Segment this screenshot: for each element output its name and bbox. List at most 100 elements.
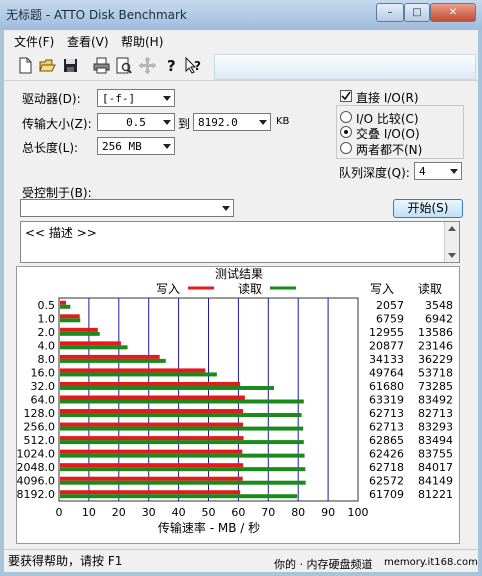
read-bar bbox=[60, 345, 128, 350]
x-tick-label: 50 bbox=[202, 506, 216, 519]
chevron-down-icon bbox=[163, 120, 171, 125]
read-bar bbox=[60, 426, 304, 431]
read-bar bbox=[60, 331, 100, 336]
read-value: 84149 bbox=[418, 475, 453, 488]
write-bar bbox=[60, 368, 206, 373]
y-tick-label: 2048.0 bbox=[17, 461, 55, 474]
write-value: 34133 bbox=[369, 353, 404, 366]
neither-radio[interactable] bbox=[340, 142, 352, 154]
y-tick-label: 8192.0 bbox=[17, 488, 55, 501]
read-bar bbox=[60, 467, 306, 472]
close-button[interactable]: ✕ bbox=[430, 3, 476, 22]
drive-select[interactable]: [-f-] bbox=[97, 89, 175, 107]
kb-unit-label: KB bbox=[276, 116, 290, 127]
read-bar bbox=[60, 413, 302, 418]
write-bar bbox=[60, 341, 121, 346]
read-value: 6942 bbox=[425, 312, 453, 325]
read-value: 23146 bbox=[418, 339, 453, 352]
legend-write-label: 写入 bbox=[156, 282, 180, 296]
x-axis-label: 传输速率 - MB / 秒 bbox=[158, 520, 260, 535]
radio-selected-dot bbox=[344, 130, 348, 134]
write-value: 63319 bbox=[369, 394, 404, 407]
read-bar bbox=[60, 385, 274, 390]
write-bar bbox=[60, 354, 160, 359]
controlled-by-select[interactable] bbox=[20, 199, 234, 217]
column-header-read: 读取 bbox=[418, 282, 442, 296]
results-chart: 测试结果 写入 读取 写入 读取 0 10 20 30 40 50 60 70 80 90 100 0… bbox=[17, 267, 453, 535]
write-value: 62865 bbox=[369, 434, 404, 447]
y-tick-label: 1024.0 bbox=[17, 448, 55, 461]
menu-view[interactable]: 查看(V) bbox=[67, 33, 109, 50]
drive-value: [-f-] bbox=[102, 92, 136, 105]
write-value: 61709 bbox=[369, 488, 404, 501]
write-bar bbox=[60, 436, 244, 441]
write-value: 6759 bbox=[376, 312, 404, 325]
print-preview-icon[interactable] bbox=[114, 56, 133, 75]
read-bar bbox=[60, 399, 304, 404]
checkmark-icon bbox=[341, 91, 351, 101]
read-bar bbox=[60, 358, 166, 363]
read-value: 83494 bbox=[418, 434, 453, 447]
window-title: 无标题 - ATTO Disk Benchmark bbox=[6, 8, 187, 22]
chevron-down-icon bbox=[163, 144, 171, 149]
x-tick-label: 80 bbox=[291, 506, 305, 519]
read-bar bbox=[60, 304, 71, 309]
read-value: 53718 bbox=[418, 366, 453, 379]
description-scrollbar[interactable] bbox=[444, 222, 459, 262]
context-help-icon[interactable]: ? bbox=[184, 56, 203, 75]
help-icon[interactable]: ? bbox=[162, 56, 181, 75]
y-tick-label: 256.0 bbox=[24, 421, 56, 434]
read-value: 13586 bbox=[418, 326, 453, 339]
read-bar bbox=[60, 494, 298, 499]
minimize-button[interactable]: – bbox=[376, 3, 404, 22]
menu-help[interactable]: 帮助(H) bbox=[121, 33, 163, 50]
new-file-icon[interactable] bbox=[16, 56, 35, 75]
toolbar-blank-area bbox=[214, 54, 476, 80]
y-tick-label: 4.0 bbox=[38, 339, 56, 352]
write-value: 62718 bbox=[369, 461, 404, 474]
open-folder-icon[interactable] bbox=[38, 56, 57, 75]
read-value: 83492 bbox=[418, 394, 453, 407]
write-bar bbox=[60, 463, 244, 468]
scroll-up-icon[interactable] bbox=[448, 226, 456, 231]
direct-io-checkbox[interactable] bbox=[340, 90, 352, 102]
x-tick-label: 10 bbox=[82, 506, 96, 519]
read-bar bbox=[60, 318, 81, 323]
write-value: 61680 bbox=[369, 380, 404, 393]
write-value: 62713 bbox=[369, 407, 404, 420]
start-button[interactable]: 开始(S) bbox=[393, 199, 463, 218]
write-value: 62426 bbox=[369, 448, 404, 461]
read-value: 36229 bbox=[418, 353, 453, 366]
svg-text:?: ? bbox=[194, 59, 201, 73]
move-icon[interactable] bbox=[138, 56, 157, 75]
read-value: 83755 bbox=[418, 448, 453, 461]
write-value: 49764 bbox=[369, 366, 404, 379]
maximize-button[interactable]: □ bbox=[404, 3, 430, 22]
transfer-from-select[interactable]: 0.5 bbox=[97, 113, 175, 131]
total-length-select[interactable]: 256 MB bbox=[97, 137, 175, 155]
results-panel: 测试结果 写入 读取 写入 读取 0 10 20 30 40 50 60 70 80 90 100 0… bbox=[16, 266, 460, 544]
overlapped-io-radio[interactable] bbox=[340, 126, 352, 138]
write-bar bbox=[60, 395, 245, 400]
write-bar bbox=[60, 314, 80, 319]
x-tick-label: 90 bbox=[321, 506, 335, 519]
print-icon[interactable] bbox=[92, 56, 111, 75]
scroll-down-icon[interactable] bbox=[448, 253, 456, 258]
chevron-down-icon bbox=[222, 206, 230, 211]
save-icon[interactable] bbox=[61, 56, 80, 75]
watermark-url: memory.it168.com bbox=[384, 557, 478, 568]
queue-depth-select[interactable]: 4 bbox=[414, 162, 462, 180]
write-value: 2057 bbox=[376, 299, 404, 312]
description-field[interactable]: << 描述 >> bbox=[20, 221, 460, 263]
read-bar bbox=[60, 453, 305, 458]
y-tick-label: 4096.0 bbox=[17, 475, 55, 488]
transfer-size-label: 传输大小(Z): bbox=[22, 117, 92, 131]
menu-file[interactable]: 文件(F) bbox=[14, 33, 54, 50]
y-tick-label: 0.5 bbox=[38, 299, 56, 312]
write-value: 12955 bbox=[369, 326, 404, 339]
x-tick-label: 20 bbox=[112, 506, 126, 519]
y-tick-label: 2.0 bbox=[38, 326, 56, 339]
transfer-to-select[interactable]: 8192.0 bbox=[193, 113, 271, 131]
io-compare-radio[interactable] bbox=[340, 111, 352, 123]
x-tick-label: 40 bbox=[172, 506, 186, 519]
